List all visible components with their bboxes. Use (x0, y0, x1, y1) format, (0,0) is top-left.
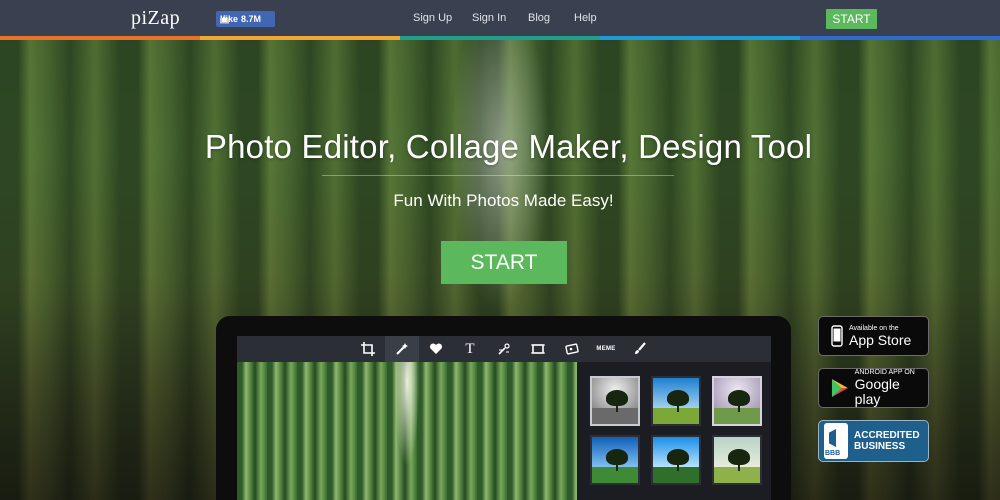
sticker-icon (555, 336, 589, 362)
magic-wand-icon (385, 336, 419, 362)
filter-thumbnail[interactable] (590, 435, 640, 485)
google-play-label: Google play (854, 376, 900, 407)
app-store-badge[interactable]: Available on the App Store (818, 316, 929, 356)
like-count: 8.7M (241, 14, 262, 24)
page-title: Photo Editor, Collage Maker, Design Tool (204, 128, 813, 165)
filter-thumbnail[interactable] (651, 376, 701, 426)
filter-thumbnail[interactable] (590, 376, 640, 426)
iphone-icon (831, 325, 843, 347)
title-divider (322, 175, 674, 176)
bbb-line-2: BUSINESS (854, 441, 906, 452)
bamboo-photo (237, 362, 577, 500)
crop-icon (351, 336, 385, 362)
stripe-segment (600, 36, 800, 40)
effects-icon (487, 336, 521, 362)
nav-blog[interactable]: Blog (528, 12, 550, 24)
play-store-icon (831, 379, 848, 397)
brush-icon (623, 336, 657, 362)
nav-help[interactable]: Help (574, 12, 597, 24)
nav-sign-in[interactable]: Sign In (472, 12, 506, 24)
app-store-label: App Store (849, 331, 912, 348)
filter-thumbnail[interactable] (651, 435, 701, 485)
color-stripe (0, 36, 1000, 40)
stripe-segment (400, 36, 600, 40)
filter-thumbnail[interactable] (712, 435, 762, 485)
bbb-seal-label: BBB (825, 450, 841, 457)
text-icon: T (465, 340, 475, 357)
editor-toolbar: T MEME (237, 336, 771, 362)
header-start-button[interactable]: START (826, 9, 877, 29)
meme-icon: MEME (589, 336, 623, 362)
top-navigation-bar: piZap Like 8.7M Sign Up Sign In Blog Hel… (0, 0, 1000, 36)
filter-thumbnail[interactable] (712, 376, 762, 426)
bbb-seal-icon: BBB (824, 423, 848, 459)
stripe-segment (0, 36, 200, 40)
stripe-segment (800, 36, 1000, 40)
hero-subtitle: Fun With Photos Made Easy! (393, 191, 614, 210)
heart-icon (419, 336, 453, 362)
facebook-like-button[interactable]: Like 8.7M (216, 11, 275, 27)
pizap-logo[interactable]: piZap (131, 7, 180, 30)
bbb-accredited-badge[interactable]: BBB ACCREDITED BUSINESS (818, 420, 929, 462)
hero-start-button[interactable]: START (441, 241, 567, 284)
nav-sign-up[interactable]: Sign Up (413, 12, 452, 24)
editor-preview: T MEME (237, 336, 771, 500)
meme-label: MEME (596, 346, 616, 352)
bbb-line-1: ACCREDITED (854, 430, 920, 441)
google-play-badge[interactable]: ANDROID APP ON Google play (818, 368, 929, 408)
frame-icon (521, 336, 555, 362)
stripe-segment (200, 36, 400, 40)
